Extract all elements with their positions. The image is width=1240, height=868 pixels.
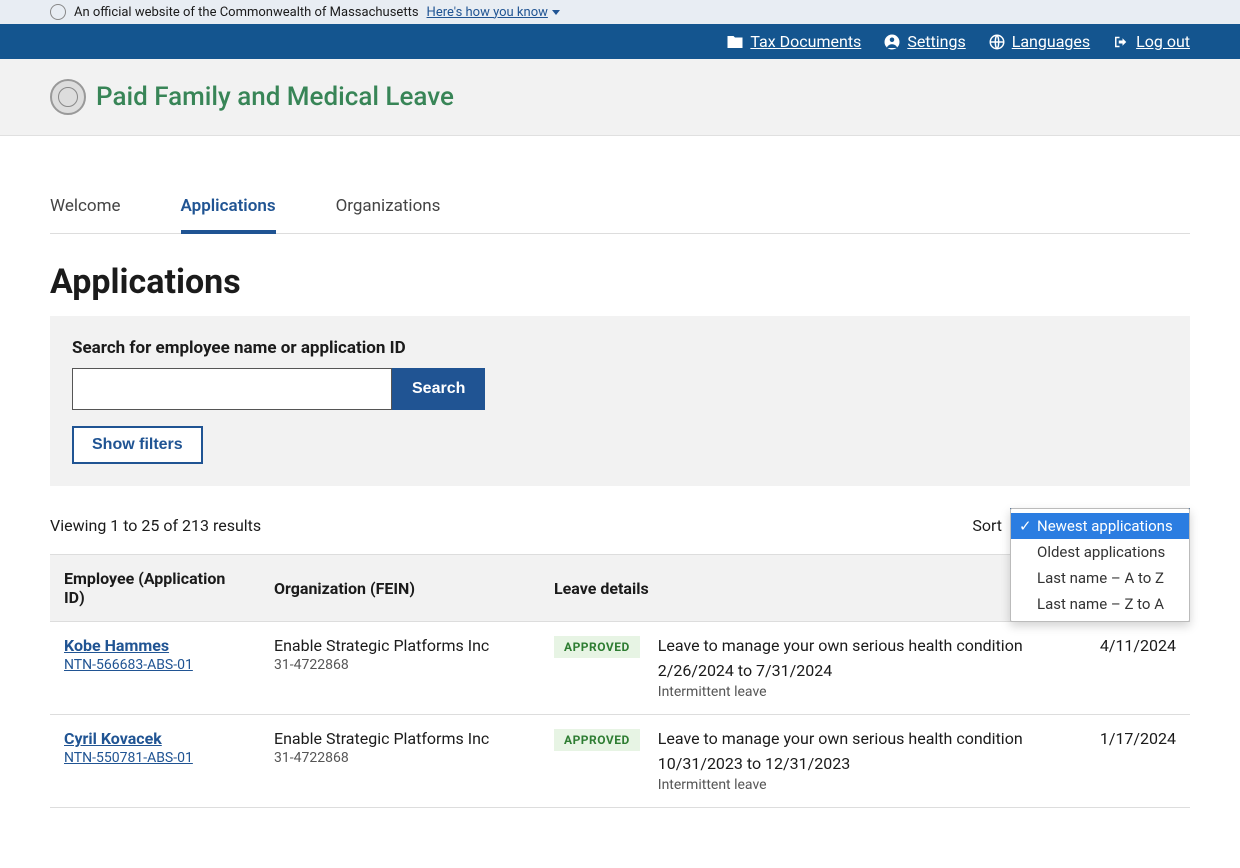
- search-panel: Search for employee name or application …: [50, 316, 1190, 486]
- application-id-link[interactable]: NTN-566683-ABS-01: [64, 657, 246, 673]
- sort-dropdown: Newest applications Oldest applications …: [1010, 508, 1190, 622]
- employee-link[interactable]: Kobe Hammes: [64, 636, 246, 655]
- org-name: Enable Strategic Platforms Inc: [274, 729, 526, 748]
- status-badge: APPROVED: [554, 729, 640, 751]
- application-id-link[interactable]: NTN-550781-ABS-01: [64, 750, 246, 766]
- search-label: Search for employee name or application …: [72, 338, 1168, 358]
- sort-option-oldest[interactable]: Oldest applications: [1011, 539, 1189, 565]
- org-fein: 31-4722868: [274, 657, 526, 673]
- sort-option-lastname-az[interactable]: Last name – A to Z: [1011, 565, 1189, 591]
- submitted-date: 1/17/2024: [1060, 715, 1190, 808]
- logout-link[interactable]: Log out: [1112, 32, 1190, 51]
- search-button[interactable]: Search: [392, 368, 485, 410]
- utility-nav: Tax Documents Settings Languages Log out: [0, 24, 1240, 59]
- folder-icon: [726, 33, 744, 51]
- tab-applications[interactable]: Applications: [181, 186, 276, 234]
- col-employee: Employee (Application ID): [50, 555, 260, 622]
- state-seal-icon: [50, 79, 86, 115]
- leave-title: Leave to manage your own serious health …: [658, 636, 1023, 655]
- leave-type: Intermittent leave: [658, 777, 1023, 793]
- results-count: Viewing 1 to 25 of 213 results: [50, 516, 261, 535]
- logout-icon: [1112, 33, 1130, 51]
- col-organization: Organization (FEIN): [260, 555, 540, 622]
- leave-type: Intermittent leave: [658, 684, 1023, 700]
- app-title: Paid Family and Medical Leave: [96, 82, 454, 112]
- leave-dates: 10/31/2023 to 12/31/2023: [658, 754, 1023, 773]
- official-text: An official website of the Commonwealth …: [74, 5, 419, 20]
- tab-organizations[interactable]: Organizations: [336, 186, 441, 233]
- leave-title: Leave to manage your own serious health …: [658, 729, 1023, 748]
- tab-welcome[interactable]: Welcome: [50, 186, 121, 233]
- search-input[interactable]: [72, 368, 392, 410]
- sort-label: Sort: [972, 516, 1002, 535]
- table-row: Kobe Hammes NTN-566683-ABS-01 Enable Str…: [50, 622, 1190, 715]
- user-icon: [883, 33, 901, 51]
- org-name: Enable Strategic Platforms Inc: [274, 636, 526, 655]
- table-row: Cyril Kovacek NTN-550781-ABS-01 Enable S…: [50, 715, 1190, 808]
- how-you-know-link[interactable]: Here's how you know: [427, 5, 560, 20]
- languages-link[interactable]: Languages: [988, 32, 1090, 51]
- submitted-date: 4/11/2024: [1060, 622, 1190, 715]
- status-badge: APPROVED: [554, 636, 640, 658]
- settings-link[interactable]: Settings: [883, 32, 965, 51]
- employee-link[interactable]: Cyril Kovacek: [64, 729, 246, 748]
- page-title: Applications: [50, 262, 1190, 302]
- org-fein: 31-4722868: [274, 750, 526, 766]
- chevron-down-icon: [552, 10, 560, 15]
- sort-option-lastname-za[interactable]: Last name – Z to A: [1011, 591, 1189, 617]
- col-leave: Leave details: [540, 555, 1060, 622]
- app-header: Paid Family and Medical Leave: [0, 59, 1240, 136]
- official-banner: An official website of the Commonwealth …: [0, 0, 1240, 24]
- main-tabs: Welcome Applications Organizations: [50, 186, 1190, 234]
- globe-icon: [988, 33, 1006, 51]
- tax-documents-link[interactable]: Tax Documents: [726, 32, 861, 51]
- seal-icon: [50, 4, 66, 20]
- sort-option-newest[interactable]: Newest applications: [1011, 513, 1189, 539]
- show-filters-button[interactable]: Show filters: [72, 426, 203, 464]
- leave-dates: 2/26/2024 to 7/31/2024: [658, 661, 1023, 680]
